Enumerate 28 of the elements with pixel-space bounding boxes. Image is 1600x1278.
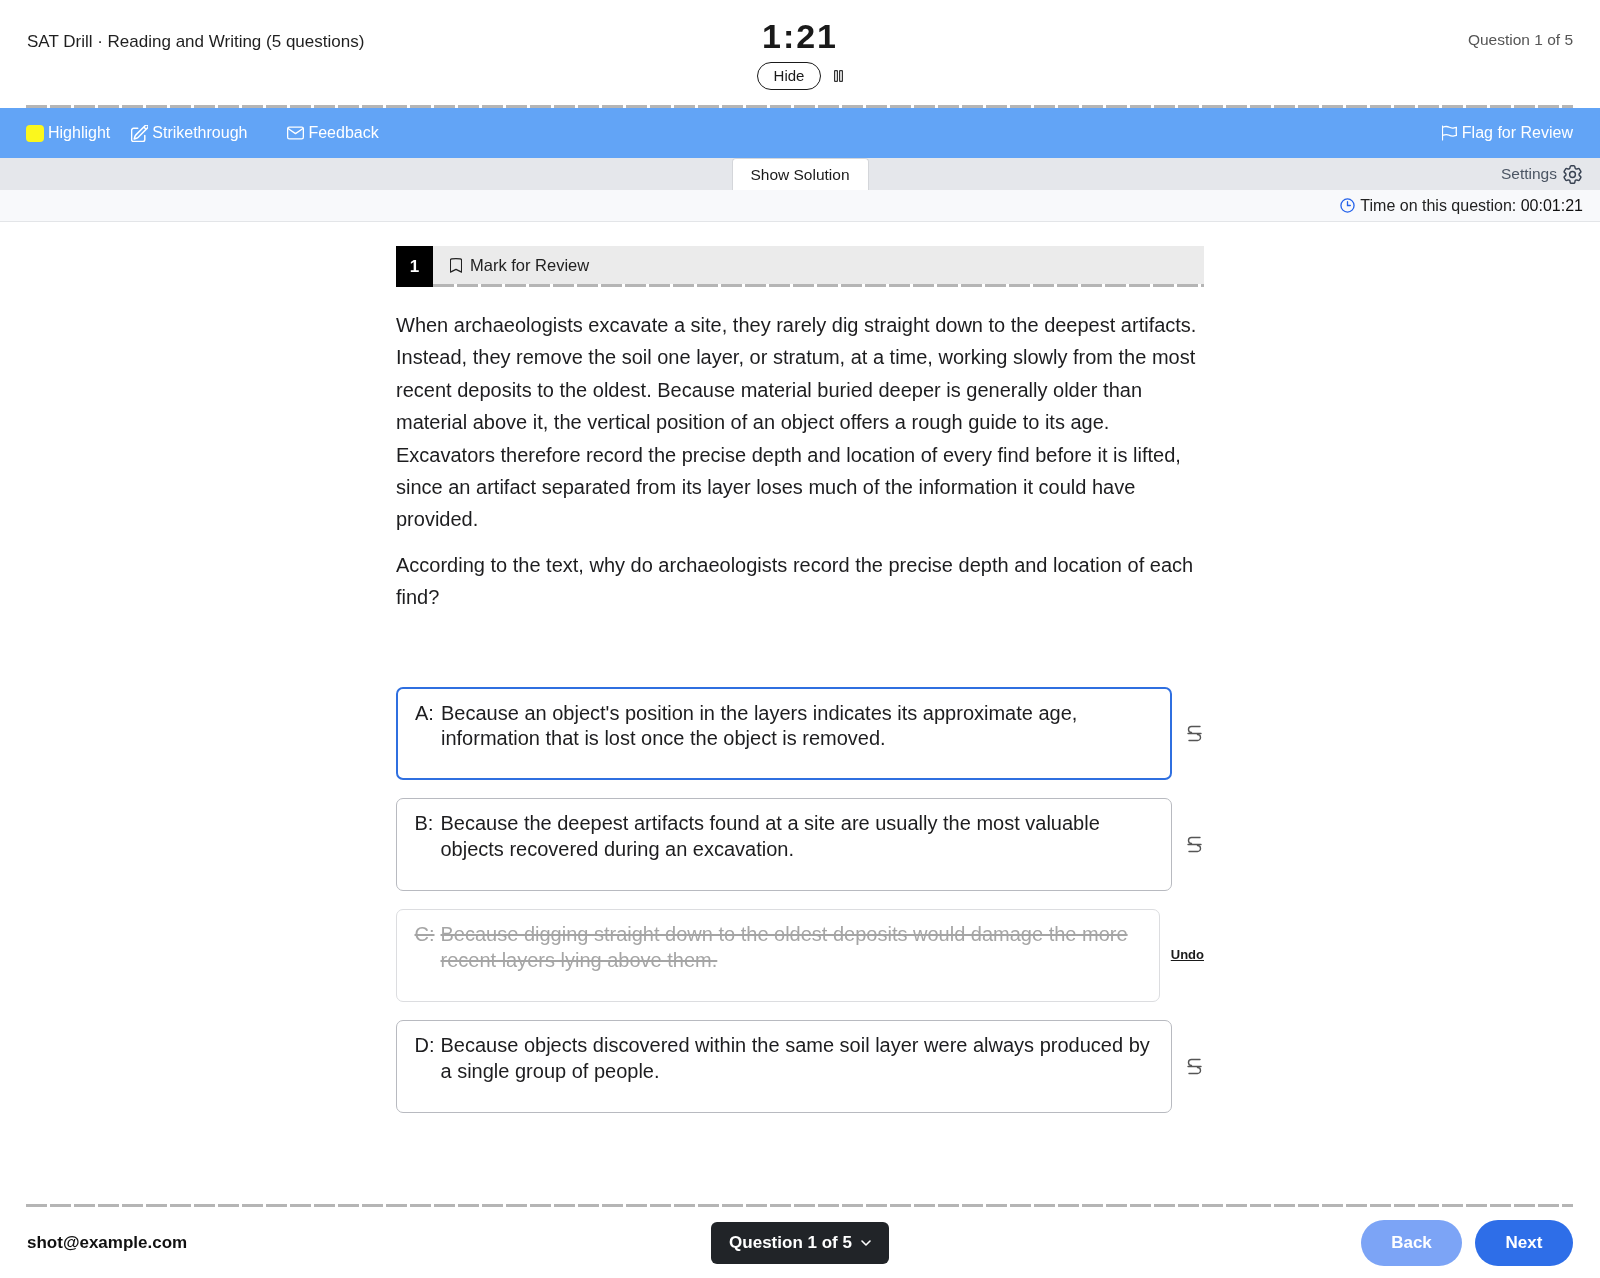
pause-icon[interactable]	[834, 70, 843, 82]
answer-choice[interactable]: B: Because the deepest artifacts found at a site are usually the most valuable objects recovered during an excavation.	[396, 797, 1172, 891]
time-on-question: Time on this question: 00:01:21	[1360, 195, 1583, 216]
settings-icon	[1563, 164, 1582, 184]
answer-choice[interactable]: D: Because objects discovered within the same soil layer were always produced by a single group of people.	[396, 1019, 1172, 1113]
chevron-down-icon	[860, 1239, 871, 1246]
answer-choice[interactable]: A: Because an object's position in the layers indicates its approximate age, information that is lost once the object is removed.	[396, 686, 1172, 780]
clock-icon	[1340, 198, 1356, 213]
flag-icon	[1441, 125, 1457, 141]
question-navigator-button[interactable]: Question 1 of 5	[711, 1221, 889, 1264]
quiz-title: SAT Drill · Reading and Writing (5 questions)	[27, 31, 365, 53]
strikethrough-icon[interactable]	[1187, 835, 1202, 853]
question-prompt: According to the text, why do archaeologists record the precise depth and location of each find?	[396, 552, 1195, 611]
mark-for-review-button[interactable]: Mark for Review	[450, 252, 590, 278]
strikethrough-icon[interactable]	[1187, 724, 1202, 742]
hide-timer-button[interactable]: Hide	[757, 62, 821, 90]
envelope-icon	[287, 126, 305, 140]
strikethrough-icon[interactable]	[1187, 1057, 1202, 1075]
highlight-swatch-icon	[26, 124, 44, 142]
undo-link[interactable]: Undo	[1170, 945, 1204, 965]
question-counter: Question 1 of 5	[1467, 30, 1573, 50]
settings-button[interactable]: Settings	[1501, 162, 1582, 186]
countdown-timer: 1:21	[761, 17, 839, 55]
next-button[interactable]: Next	[1475, 1219, 1573, 1266]
question-number: 1	[396, 246, 433, 287]
passage-text: When archaeologists excavate a site, they rarely dig straight down to the deepest artifacts. Instead, they remove the soil one layer, or stratum, at a time, working slowly from the most recent deposits to the oldest. Because material buried deeper is generally older than material above it, the vertical position of an object offers a rough guide to its age. Excavators therefore record the precise depth and location of every find before it is lifted, since an artifact separated from its layer loses much of the information it could have provided.	[396, 313, 1198, 533]
user-email: shot@example.com	[27, 1232, 188, 1252]
show-solution-button[interactable]: Show Solution	[731, 158, 869, 190]
